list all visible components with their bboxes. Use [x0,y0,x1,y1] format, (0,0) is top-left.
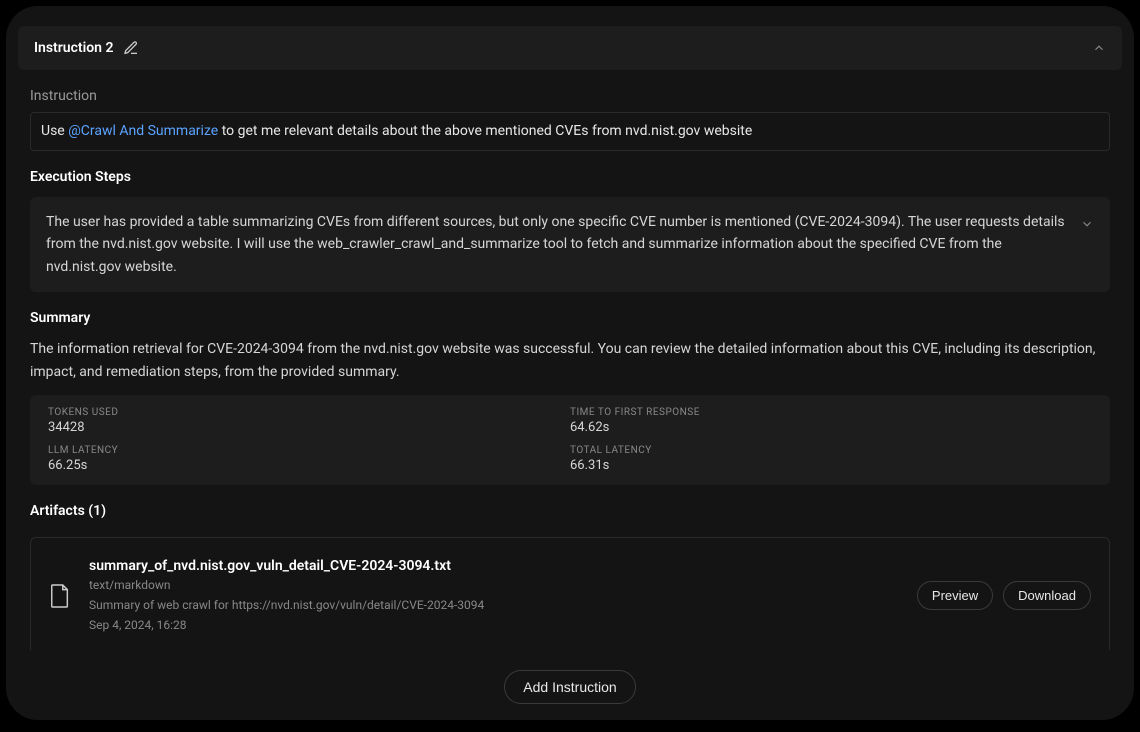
instruction-input[interactable]: Use @Crawl And Summarize to get me relev… [30,112,1110,151]
metric-total-latency: TOTAL LATENCY 66.31s [570,445,1092,473]
metric-label: TOKENS USED [48,407,570,418]
artifact-date: Sep 4, 2024, 16:28 [89,616,899,634]
metric-tokens-used: TOKENS USED 34428 [48,407,570,435]
download-button[interactable]: Download [1003,581,1091,610]
file-icon [49,582,71,610]
summary-title: Summary [30,310,1110,326]
add-instruction-button[interactable]: Add Instruction [504,670,635,704]
metric-label: TOTAL LATENCY [570,445,1092,456]
instruction-suffix: to get me relevant details about the abo… [222,123,753,139]
edit-icon[interactable] [123,40,139,56]
summary-text: The information retrieval for CVE-2024-3… [30,338,1110,383]
metric-label: TIME TO FIRST RESPONSE [570,407,1092,418]
artifact-description: Summary of web crawl for https://nvd.nis… [89,596,899,614]
artifacts-title: Artifacts (1) [30,503,1110,519]
artifact-actions: Preview Download [917,581,1091,610]
metric-time-to-first: TIME TO FIRST RESPONSE 64.62s [570,407,1092,435]
panel-header[interactable]: Instruction 2 [18,26,1122,70]
preview-button[interactable]: Preview [917,581,993,610]
metric-value: 66.31s [570,458,1092,473]
metric-value: 66.25s [48,458,570,473]
panel-footer: Add Instruction [18,650,1122,704]
execution-steps-title: Execution Steps [30,169,1110,185]
instruction-panel: Instruction 2 Instruction Use @Crawl And… [6,6,1134,720]
tool-mention[interactable]: @Crawl And Summarize [68,123,218,139]
metric-value: 34428 [48,420,570,435]
artifact-item: summary_of_nvd.nist.gov_vuln_detail_CVE-… [30,537,1110,650]
artifact-filename: summary_of_nvd.nist.gov_vuln_detail_CVE-… [89,558,899,574]
execution-step-text: The user has provided a table summarizin… [46,211,1068,278]
execution-step[interactable]: The user has provided a table summarizin… [30,197,1110,292]
artifact-info: summary_of_nvd.nist.gov_vuln_detail_CVE-… [89,558,899,634]
metric-llm-latency: LLM LATENCY 66.25s [48,445,570,473]
artifact-mime: text/markdown [89,576,899,594]
header-left: Instruction 2 [34,40,139,56]
metric-label: LLM LATENCY [48,445,570,456]
collapse-icon[interactable] [1092,41,1106,55]
panel-content: Instruction Use @Crawl And Summarize to … [18,70,1122,650]
metrics-panel: TOKENS USED 34428 TIME TO FIRST RESPONSE… [30,395,1110,485]
instruction-prefix: Use [41,123,68,139]
metric-value: 64.62s [570,420,1092,435]
instruction-label: Instruction [30,88,1110,104]
instruction-title: Instruction 2 [34,40,113,56]
expand-step-icon[interactable] [1080,217,1094,231]
